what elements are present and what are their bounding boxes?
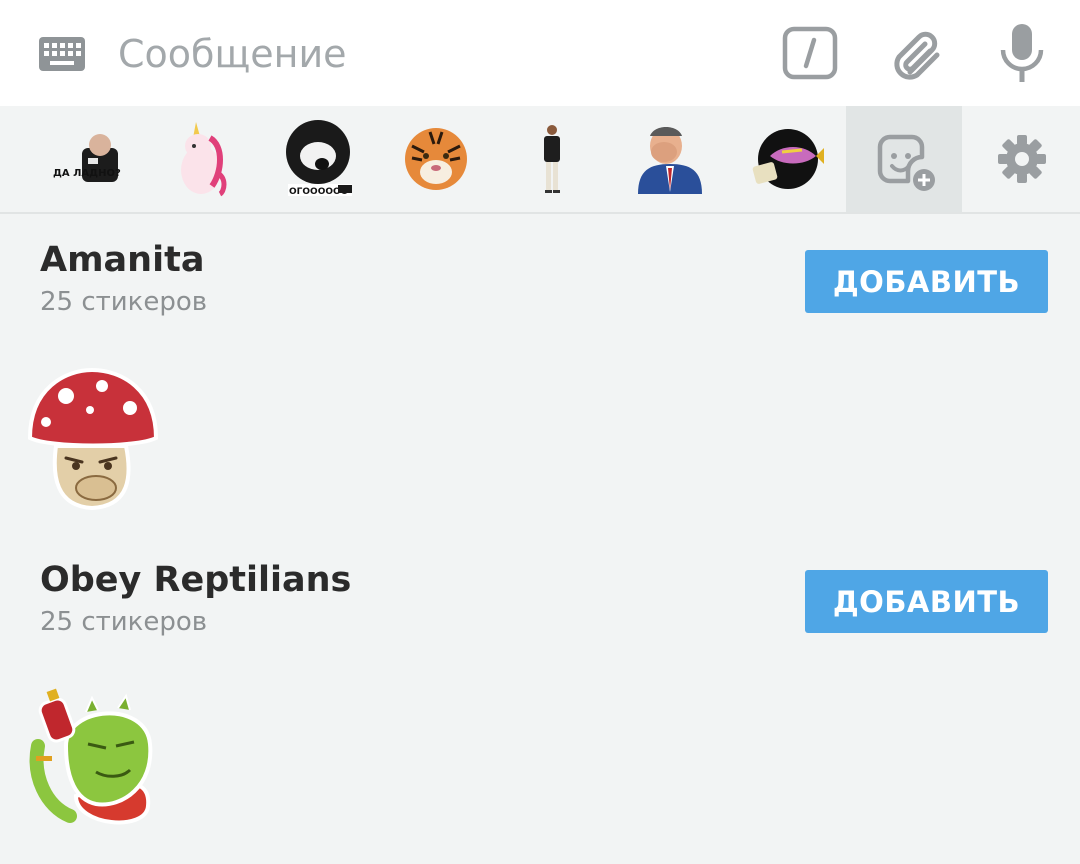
add-sticker-icon: [877, 134, 935, 191]
sticker-preview-reptilian[interactable]: [26, 686, 160, 836]
sticker-thumbnail: [638, 127, 702, 194]
message-input[interactable]: [118, 24, 718, 84]
add-pack-button[interactable]: ДОБАВИТЬ: [805, 570, 1048, 633]
message-composer: [0, 0, 1080, 106]
sticker-tabs: ДА ЛАДНО? ОГОООООО: [0, 106, 1080, 214]
keyboard-icon[interactable]: [38, 36, 86, 72]
pack-sticker-count: 25 стикеров: [40, 607, 208, 637]
add-sticker-tab[interactable]: [846, 106, 962, 212]
sticker-tab-unicorn[interactable]: [144, 106, 260, 212]
sticker-caption: ДА ЛАДНО?: [53, 168, 121, 179]
gear-icon: [998, 135, 1046, 183]
sticker-preview-mushroom[interactable]: [26, 366, 160, 516]
sticker-thumbnail: ДА ЛАДНО?: [53, 134, 121, 182]
sticker-tab-ogo[interactable]: ОГОООООО: [260, 106, 376, 212]
sticker-thumbnail: [405, 128, 467, 190]
pack-sticker-count: 25 стикеров: [40, 287, 208, 317]
sticker-tab-tiger[interactable]: [376, 106, 492, 212]
pack-title: Amanita: [40, 240, 205, 280]
paperclip-icon[interactable]: [888, 24, 946, 82]
add-pack-button[interactable]: ДОБАВИТЬ: [805, 250, 1048, 313]
sticker-thumbnail: [544, 125, 560, 193]
sticker-settings-button[interactable]: [964, 106, 1080, 212]
sticker-thumbnail: [752, 129, 824, 189]
bot-command-icon[interactable]: [782, 26, 838, 80]
pack-title: Obey Reptilians: [40, 560, 352, 600]
sticker-tab-da-ladno[interactable]: ДА ЛАДНО?: [28, 106, 144, 212]
microphone-icon[interactable]: [998, 22, 1046, 84]
sticker-tab-man-standing[interactable]: [492, 106, 608, 212]
sticker-tab-facepalm[interactable]: [608, 106, 724, 212]
sticker-tab-fish[interactable]: [724, 106, 840, 212]
sticker-thumbnail: [181, 122, 227, 197]
sticker-thumbnail: ОГОООООО: [286, 120, 352, 197]
